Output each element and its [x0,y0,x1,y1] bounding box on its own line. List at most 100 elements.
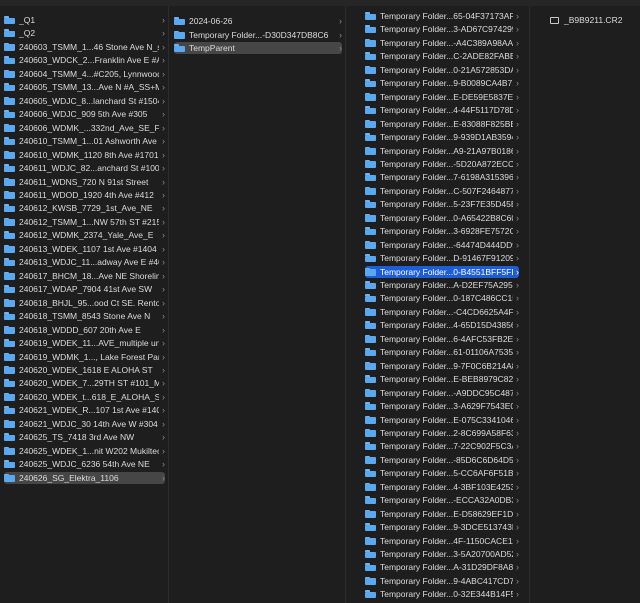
folder-icon [4,271,15,280]
finder-column-1[interactable]: _Q1 › _Q2 › 240603_TSMM_1...46 Stone Ave N_s… [0,0,169,603]
folder-row[interactable]: Temporary Folder...61-01106A753536 › [365,346,519,358]
folder-row[interactable]: 240612_KWSB_7729_1st_Ave_NE › [4,202,165,214]
folder-row[interactable]: 240611_WDOD_1920 4th Ave #412 › [4,189,165,201]
folder-icon [4,83,15,92]
folder-row[interactable]: _Q1 › [4,14,165,26]
folder-row[interactable]: Temporary Folder...7-6198A315396C › [365,171,519,183]
folder-row[interactable]: Temporary Folder...5-23F7E35D45B5 › [365,198,519,210]
folder-row[interactable]: Temporary Folder...4-3BF103E4253A › [365,481,519,493]
folder-row[interactable]: 240606_WDMK_...332nd_Ave_SE_FC › [4,122,165,134]
folder-row[interactable]: Temporary Folder...9-4ABC417CD7A1 › [365,575,519,587]
folder-row[interactable]: Temporary Folder...C-2ADE82FABB7C › [365,50,519,62]
folder-row[interactable]: 240621_WDEK_R...107 1st Ave #1404 › [4,404,165,416]
folder-label: 240617_WDAP_7904 41st Ave SW [19,284,153,295]
folder-row[interactable]: Temporary Folder...-64474D444DD9 › [365,239,519,251]
folder-row[interactable]: Temporary Folder...E-BEB8979C8220 › [365,373,519,385]
folder-row[interactable]: 240618_WDDD_607 20th Ave E › [4,324,165,336]
folder-row[interactable]: Temporary Folder...E-D58629EF1D2A › [365,508,519,520]
folder-row[interactable]: Temporary Folder...6-4AFC53FB2E01 › [365,333,519,345]
folder-row[interactable]: 240621_WDJC_30 14th Ave W #304 › [4,418,165,430]
chevron-right-icon: › [162,405,165,416]
folder-row[interactable]: _Q2 › [4,27,165,39]
folder-row[interactable]: TempParent › [174,42,342,54]
folder-row[interactable]: 240619_WDEK_11...AVE_multiple units › [4,337,165,349]
folder-row[interactable]: 2024-06-26 › [174,15,342,27]
finder-column-3[interactable]: Temporary Folder...65-04F37173AF1D › Tempo… [347,0,530,603]
folder-label: Temporary Folder...E-D58629EF1D2A [380,508,513,519]
folder-row[interactable]: 240620_WDEK_7...29TH ST #101_MI › [4,377,165,389]
folder-row[interactable]: Temporary Folder...9-B0089CA4B714 › [365,77,519,89]
file-item[interactable]: _B9B9211.CR2 [550,14,622,26]
folder-row[interactable]: Temporary Folder...D-91467F91209D › [365,252,519,264]
folder-row[interactable]: Temporary Folder...E-DE59E5837E76 › [365,91,519,103]
folder-row[interactable]: Temporary Folder...4-65D15D43856A › [365,319,519,331]
folder-row[interactable]: Temporary Folder...5-CC6AF6F51BFA › [365,467,519,479]
folder-row[interactable]: Temporary Folder...65-04F37173AF1D › [365,10,519,22]
folder-row[interactable]: 240605_WDJC_8...lanchard St #1504 › [4,95,165,107]
folder-row[interactable]: 240625_WDEK_1...nit W202 Mukilteo › [4,445,165,457]
folder-row[interactable]: Temporary Folder...3-A629F7543E02 › [365,400,519,412]
folder-row[interactable]: Temporary Folder...3-AD67C9742992 › [365,23,519,35]
folder-row[interactable]: Temporary Folder...0-32E344B14F55 › [365,588,519,600]
folder-row[interactable]: Temporary Folder...2-8C699A58F637 › [365,427,519,439]
folder-row[interactable]: Temporary Folder...9-7F0C6B214A85 › [365,360,519,372]
folder-row[interactable]: Temporary Folder...-A4C389A98AA2 › [365,37,519,49]
folder-row[interactable]: 240620_WDEK_1618 E ALOHA ST › [4,364,165,376]
folder-row[interactable]: Temporary Folder...-C4CD6625A4F0 › [365,306,519,318]
folder-row[interactable]: 240617_BHCM_18...Ave NE Shoreline › [4,270,165,282]
folder-row[interactable]: 240606_WDJC_909 5th Ave #305 › [4,108,165,120]
folder-row[interactable]: 240611_WDJC_82...anchard St #1003 › [4,162,165,174]
folder-row[interactable]: 240603_WDCK_2...Franklin Ave E #A › [4,54,165,66]
folder-row[interactable]: 240613_WDEK_1107 1st Ave #1404 › [4,243,165,255]
folder-row[interactable]: Temporary Folder...0-A65422B8C60C › [365,212,519,224]
folder-row[interactable]: 240610_TSMM_1...01 Ashworth Ave N › [4,135,165,147]
folder-row[interactable]: Temporary Folder...E-83088F825BBE › [365,118,519,130]
folder-row[interactable]: 240625_WDJC_6236 54th Ave NE › [4,458,165,470]
folder-row[interactable]: Temporary Folder...A-D2EF75A29530 › [365,279,519,291]
folder-row[interactable]: 240613_WDJC_11...adway Ave E #401 › [4,256,165,268]
folder-label: Temporary Folder...0-187C486CC151 [380,293,513,304]
folder-row[interactable]: 240604_TSMM_4...#C205, Lynnwood › [4,68,165,80]
folder-row[interactable]: 240612_TSMM_1...NW 57th ST #215 › [4,216,165,228]
folder-row[interactable]: Temporary Folder...0-B4551BFF5FFF › [365,265,519,278]
folder-row[interactable]: Temporary Folder...-5D20A872ECCC › [365,158,519,170]
folder-row[interactable]: Temporary Folder...A-31D29DF8A878 › [365,561,519,573]
folder-row[interactable]: Temporary Folder...3-5A20700AD52A › [365,548,519,560]
chevron-right-icon: › [516,320,519,331]
folder-label: Temporary Folder...E-DE59E5837E76 [380,91,513,102]
folder-row[interactable]: Temporary Folder...4F-1150CACE1131 › [365,535,519,547]
finder-column-4[interactable]: _B9B9211.CR2 [531,0,640,603]
folder-row[interactable]: Temporary Folder...4-44F5117D78DD › [365,104,519,116]
folder-row[interactable]: Temporary Folder...-D30D347DB8C6 › [174,29,342,41]
folder-icon [4,460,15,469]
finder-column-2[interactable]: 2024-06-26 › Temporary Folder...-D30D347DB… [170,0,346,603]
folder-row[interactable]: Temporary Folder...9-3DCE513743DD › [365,521,519,533]
folder-row[interactable]: 240612_WDMK_2374_Yale_Ave_E › [4,229,165,241]
folder-row[interactable]: Temporary Folder...A9-21A97B018617 › [365,145,519,157]
folder-row[interactable]: 240618_TSMM_8543 Stone Ave N › [4,310,165,322]
folder-row[interactable]: 240617_WDAP_7904 41st Ave SW › [4,283,165,295]
folder-row[interactable]: Temporary Folder...E-075C33410461 › [365,414,519,426]
chevron-right-icon: › [516,468,519,479]
folder-row[interactable]: 240619_WDMK_1..., Lake Forest Park › [4,351,165,363]
folder-row[interactable]: Temporary Folder...-ECCA32A0DB3E › [365,494,519,506]
folder-row[interactable]: 240603_TSMM_1...46 Stone Ave N_ss › [4,41,165,53]
folder-row[interactable]: Temporary Folder...0-187C486CC151 › [365,292,519,304]
folder-row[interactable]: Temporary Folder...9-939D1AB3594A › [365,131,519,143]
folder-icon [365,200,376,209]
folder-icon [365,469,376,478]
folder-row[interactable]: 240625_TS_7418 3rd Ave NW › [4,431,165,443]
folder-row[interactable]: Temporary Folder...7-22C902F5C3AF › [365,440,519,452]
folder-row[interactable]: 240620_WDEK_t...618_E_ALOHA_ST › [4,391,165,403]
folder-row[interactable]: Temporary Folder...C-507F24648778 › [365,185,519,197]
chevron-right-icon: › [162,284,165,295]
folder-row[interactable]: Temporary Folder...-A9DDC95C4872 › [365,387,519,399]
folder-row[interactable]: Temporary Folder...3-6928FE7572C8 › [365,225,519,237]
folder-row[interactable]: 240618_BHJL_95...ood Ct SE. Renton › [4,297,165,309]
folder-row[interactable]: 240626_SG_Elektra_1106 › [4,471,165,484]
folder-row[interactable]: 240610_WDMK_1120 8th Ave #1701 › [4,149,165,161]
folder-row[interactable]: Temporary Folder...0-21A572853DAA › [365,64,519,76]
folder-row[interactable]: 240605_TSMM_13...Ave N #A_SS+MP › [4,81,165,93]
folder-row[interactable]: Temporary Folder...-85D6C6D64D54 › [365,454,519,466]
folder-row[interactable]: 240611_WDNS_720 N 91st Street › [4,176,165,188]
